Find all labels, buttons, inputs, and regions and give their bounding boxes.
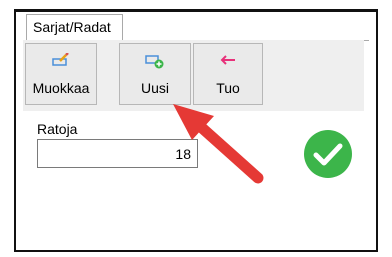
import-button-label: Tuo	[216, 80, 240, 96]
edit-button[interactable]: Muokkaa	[25, 43, 97, 105]
tab-sarjat-radat[interactable]: Sarjat/Radat	[26, 14, 123, 41]
field-label: Ratoja	[37, 121, 78, 137]
toolbar: Muokkaa Uusi Tuo	[23, 40, 364, 111]
edit-button-label: Muokkaa	[32, 80, 90, 96]
new-button-label: Uusi	[140, 80, 169, 96]
check-circle-icon	[304, 130, 352, 178]
tab-label: Sarjat/Radat	[33, 19, 111, 35]
new-button[interactable]: Uusi	[119, 43, 191, 105]
import-icon	[219, 53, 237, 70]
import-button[interactable]: Tuo	[193, 43, 263, 105]
edit-icon	[52, 52, 70, 70]
add-icon	[145, 53, 165, 72]
ratoja-count-field[interactable]: 18	[37, 139, 198, 168]
